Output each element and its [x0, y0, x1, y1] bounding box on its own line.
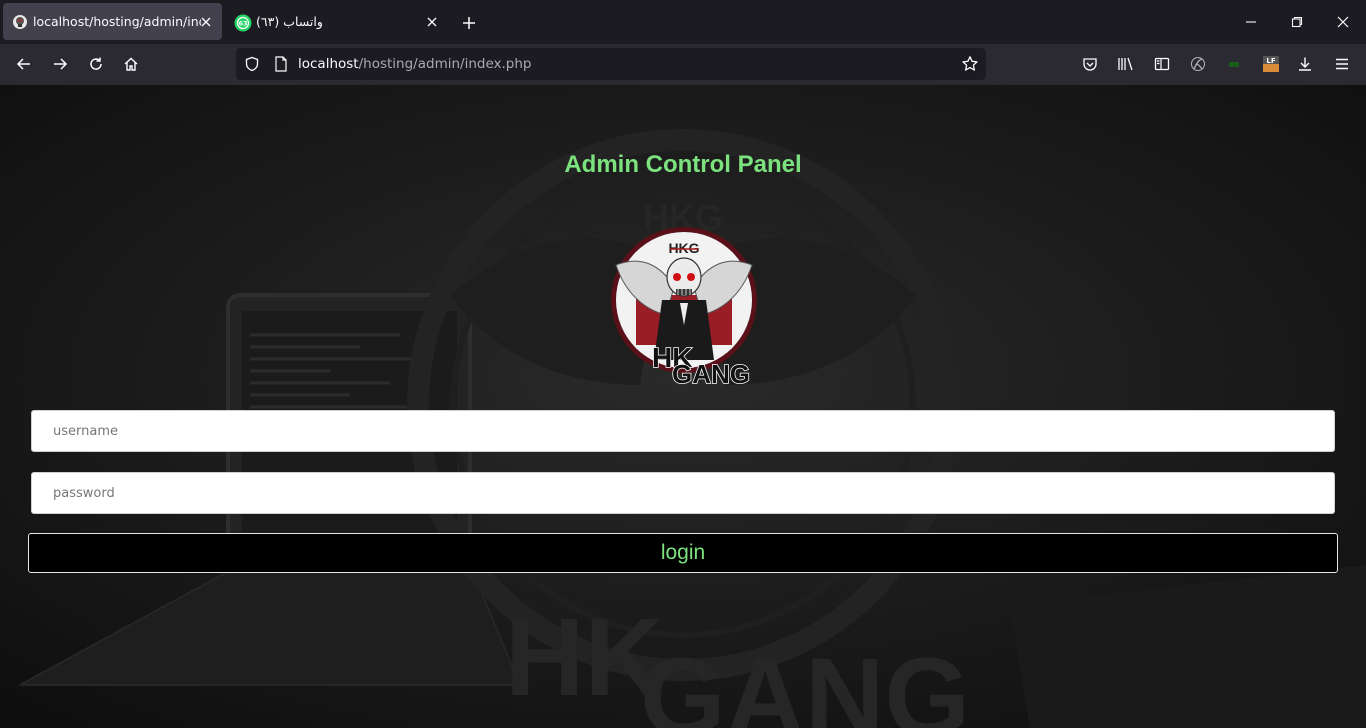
arrow-right-icon: [54, 58, 68, 70]
forward-button[interactable]: [45, 49, 75, 79]
background-image: HKG HK GANG: [0, 85, 1366, 728]
page-info-icon[interactable]: [272, 55, 290, 73]
page-title: Admin Control Panel: [564, 151, 802, 178]
home-icon: [124, 57, 138, 71]
library-button[interactable]: [1111, 49, 1141, 79]
minimize-button[interactable]: [1235, 6, 1267, 38]
extension-green-button[interactable]: [1219, 49, 1249, 79]
svg-text:LF: LF: [1266, 57, 1275, 65]
tracking-protection-shield-icon[interactable]: [242, 54, 262, 74]
url-bar[interactable]: localhost/hosting/admin/index.php: [236, 48, 986, 80]
bookmark-star-icon[interactable]: [960, 54, 980, 74]
home-button[interactable]: [116, 49, 146, 79]
skull-favicon-icon: [12, 14, 28, 30]
download-icon: [1299, 57, 1311, 71]
sidebar-icon: [1154, 57, 1170, 71]
extension-button[interactable]: [1183, 49, 1213, 79]
plus-icon: [463, 17, 475, 29]
reload-button[interactable]: [81, 49, 111, 79]
page-viewport: HKG HK GANG Admin Control Panel HKG HK G…: [0, 85, 1366, 728]
close-tab-icon[interactable]: [424, 14, 440, 30]
logo-gang-text: GANG: [672, 359, 750, 389]
pocket-button[interactable]: [1075, 49, 1105, 79]
hamburger-menu-icon: [1336, 58, 1348, 70]
tab-strip: localhost/hosting/admin/index.php 63 وات…: [0, 0, 1366, 44]
login-button[interactable]: login: [28, 533, 1338, 573]
arrow-left-icon: [16, 58, 30, 70]
library-icon: [1118, 57, 1133, 71]
back-button[interactable]: [9, 49, 39, 79]
tab-whatsapp[interactable]: 63 واتساب (٦٣): [226, 3, 448, 40]
navigation-toolbar: localhost/hosting/admin/index.php LF: [0, 44, 1366, 85]
pocket-icon: [1083, 58, 1097, 71]
reload-icon: [90, 57, 102, 70]
menu-button[interactable]: [1327, 49, 1357, 79]
username-field[interactable]: [31, 410, 1335, 452]
background-gang-text: GANG: [640, 636, 970, 728]
minimize-icon: [1246, 21, 1256, 23]
new-tab-button[interactable]: [456, 10, 482, 36]
green-extension-icon: [1229, 62, 1239, 67]
extension-lf-button[interactable]: LF: [1256, 49, 1286, 79]
translate-icon: [1191, 57, 1205, 71]
restore-button[interactable]: [1281, 6, 1313, 38]
restore-icon: [1291, 16, 1303, 28]
url-path: /hosting/admin/index.php: [358, 56, 532, 72]
close-window-button[interactable]: [1327, 6, 1359, 38]
whatsapp-icon: 63: [234, 14, 252, 32]
downloads-button[interactable]: [1290, 49, 1320, 79]
password-field[interactable]: [31, 472, 1335, 514]
sidebar-button[interactable]: [1147, 49, 1177, 79]
close-icon: [1337, 16, 1349, 28]
hk-gang-logo: HKG HK GANG: [611, 227, 757, 390]
tab-admin[interactable]: localhost/hosting/admin/index.php: [3, 3, 222, 40]
url-text[interactable]: localhost/hosting/admin/index.php: [298, 56, 532, 72]
logo-top-text: HKG: [668, 240, 699, 256]
url-host: localhost: [298, 56, 359, 72]
close-tab-icon[interactable]: [198, 14, 214, 30]
tab-title: واتساب (٦٣): [256, 14, 323, 29]
whatsapp-badge: 63: [238, 20, 247, 28]
lf-extension-icon: LF: [1263, 56, 1279, 72]
tab-title: localhost/hosting/admin/index.php: [33, 14, 201, 29]
